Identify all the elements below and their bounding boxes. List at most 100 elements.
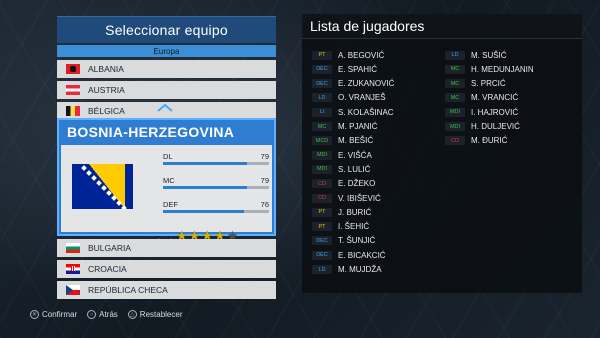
player-name: S. KOLAŠINAC [338,107,394,117]
reset-label: Restablecer [139,310,183,319]
country-item-bulgaria[interactable]: BULGARIA [57,239,276,257]
country-label: REPÚBLICA CHECA [88,285,168,295]
stat-label: DEF [163,200,178,209]
player-row[interactable]: MDI I. HAJROVIĆ [445,106,565,118]
stat-fill [163,210,244,213]
circle-button-icon: ○ [87,310,97,319]
country-list-bottom: BULGARIA CROACIA REPÚBLICA CHECA [57,236,276,299]
confirm-hint[interactable]: ✕ Confirmar [30,310,77,319]
player-row[interactable]: LD O. VRANJEŠ [312,92,432,104]
bulgaria-flag-icon [66,243,80,253]
croatia-flag-icon [66,264,80,274]
team-info: DL 79 MC 79 DEF 76 ★ ★ ★ ★ ★ [61,145,272,242]
position-badge: LD [312,265,332,274]
player-name: T. ŠUNJIĆ [338,236,376,246]
player-row[interactable]: CD E. DŽEKO [312,178,432,190]
country-item-croacia[interactable]: CROACIA [57,260,276,278]
player-row[interactable]: DEC E. SPAHIĆ [312,63,432,75]
stat-fill [163,162,247,165]
player-row[interactable]: MDI S. LULIĆ [312,163,432,175]
country-item-albania[interactable]: ALBANIA [57,60,276,78]
country-item-austria[interactable]: AUSTRIA [57,81,276,99]
player-name: E. VIŠĆA [338,150,372,160]
position-badge: MC [445,64,465,74]
player-name: M. SUŠIĆ [471,50,507,60]
player-name: M. ĐURIĆ [471,136,508,146]
player-name: E. ZUKANOVIĆ [338,79,395,89]
player-name: M. BEŠIĆ [338,136,374,146]
albania-flag-icon [66,64,80,74]
player-row[interactable]: CD V. IBIŠEVIĆ [312,192,432,204]
stat-label: MC [163,176,175,185]
country-label: ALBANIA [88,64,124,74]
position-badge: MC [312,122,332,131]
player-row[interactable]: CD M. ĐURIĆ [445,135,565,147]
player-row[interactable]: LD M. MUJDŽA [312,264,432,276]
selected-team-card[interactable]: BOSNIA-HERZEGOVINA DL 79 MC 79 DEF 76 ★ … [57,118,276,242]
reset-hint[interactable]: △ Restablecer [127,310,183,319]
scroll-up-chevron-icon[interactable] [157,104,173,112]
player-name: E. DŽEKO [338,179,376,189]
player-name: E. BICAKCIĆ [338,250,386,260]
position-badge: MDI [312,164,332,174]
panel-title: Seleccionar equipo [57,16,276,43]
czech-flag-icon [66,285,80,295]
position-badge: LI [312,107,332,117]
position-badge: DEC [312,236,332,246]
player-row[interactable]: MCD M. BEŠIĆ [312,135,432,147]
player-row[interactable]: MC S. PRCIĆ [445,78,565,90]
position-badge: MCD [312,136,332,146]
stat-fill [163,186,247,189]
player-row[interactable]: PT A. BEGOVIĆ [312,49,432,61]
position-badge: LD [445,50,465,60]
player-row[interactable]: DEC E. BICAKCIĆ [312,249,432,261]
selected-team-name: BOSNIA-HERZEGOVINA [67,123,235,140]
position-badge: PT [312,222,332,232]
belgium-flag-icon [66,106,80,116]
player-row[interactable]: MC M. VRANCIĆ [445,92,565,104]
region-label[interactable]: Europa [57,45,276,57]
player-row[interactable]: PT I. ŠEHIĆ [312,221,432,233]
player-row[interactable]: MDI E. VIŠĆA [312,149,432,161]
player-name: I. ŠEHIĆ [338,222,370,232]
player-row[interactable]: DEC T. ŠUNJIĆ [312,235,432,247]
panel-title: Lista de jugadores [302,14,582,39]
cross-button-icon: ✕ [30,310,39,319]
player-row[interactable]: LI S. KOLAŠINAC [312,106,432,118]
position-badge: MDI [445,122,465,131]
bosnia-flag-icon [72,164,133,209]
player-name: J. BURIĆ [338,207,372,217]
stat-value: 79 [260,176,269,185]
country-label: BÉLGICA [88,106,125,116]
back-hint[interactable]: ○ Atrás [87,310,118,319]
player-row[interactable]: PT J. BURIĆ [312,206,432,218]
position-badge: MDI [445,107,465,117]
country-item-republica-checa[interactable]: REPÚBLICA CHECA [57,281,276,299]
stat-label: DL [163,152,173,161]
player-name: S. PRCIĆ [471,79,506,89]
country-label: BULGARIA [88,243,131,253]
player-name: M. PJANIĆ [338,122,378,131]
player-row[interactable]: LD M. SUŠIĆ [445,49,565,61]
position-badge: MC [445,93,465,103]
player-row[interactable]: MC M. PJANIĆ [312,121,432,133]
player-row[interactable]: MDI H. DULJEVIĆ [445,121,565,133]
position-badge: CD [312,179,332,189]
player-name: M. VRANCIĆ [471,93,519,103]
position-badge: DEC [312,79,332,89]
country-label: AUSTRIA [88,85,125,95]
player-name: H. DULJEVIĆ [471,122,520,131]
back-label: Atrás [99,310,118,319]
position-badge: DEC [312,64,332,74]
player-row[interactable]: MC H. MEDUNJANIN [445,63,565,75]
triangle-button-icon: △ [127,310,137,319]
confirm-label: Confirmar [42,310,78,319]
player-name: O. VRANJEŠ [338,93,386,103]
player-name: V. IBIŠEVIĆ [338,193,381,203]
player-row[interactable]: DEC E. ZUKANOVIĆ [312,78,432,90]
player-name: S. LULIĆ [338,164,371,174]
position-badge: PT [312,50,332,60]
position-badge: MDI [312,150,332,160]
player-name: I. HAJROVIĆ [471,107,519,117]
position-badge: DEC [312,250,332,260]
